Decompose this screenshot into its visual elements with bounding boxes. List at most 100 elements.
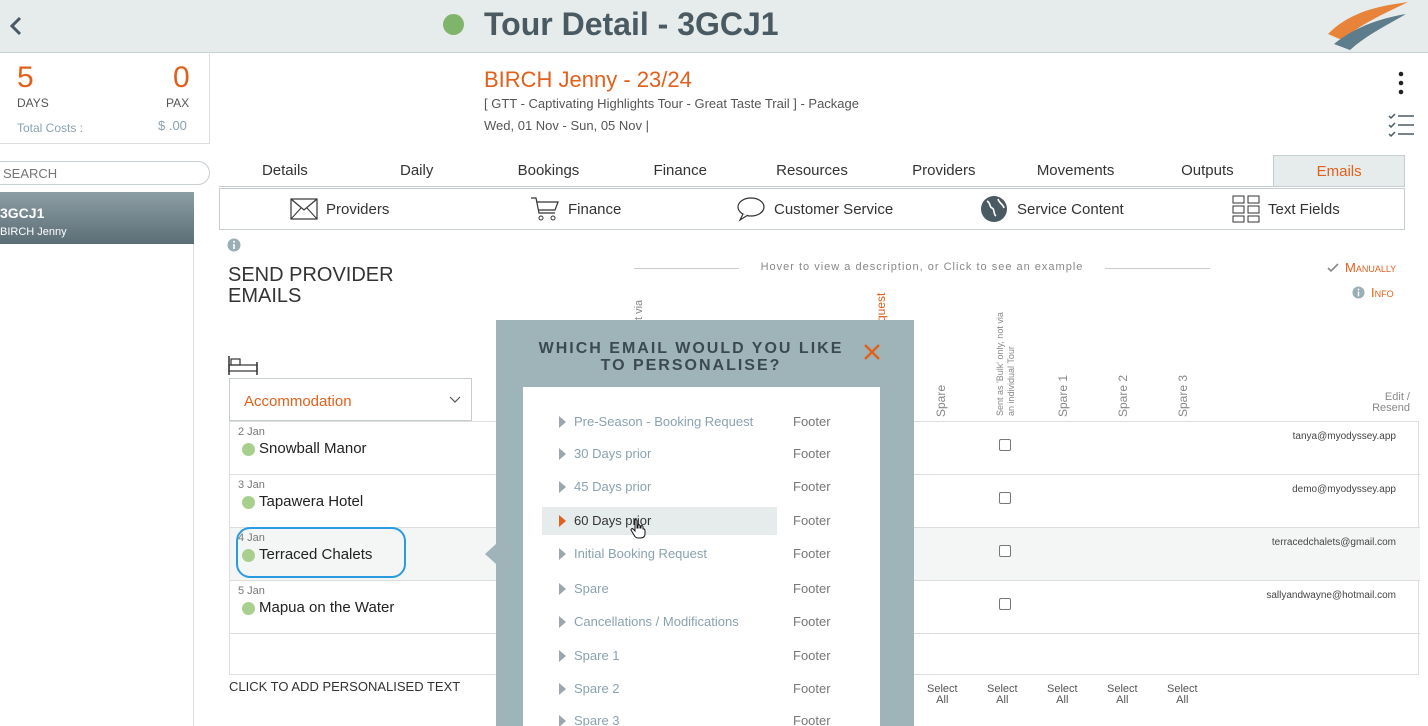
manually-label: Manually — [1345, 260, 1397, 275]
subtab-service-content[interactable]: Service Content — [979, 189, 1124, 229]
bulk-checkbox[interactable] — [999, 492, 1011, 504]
bulk-checkbox[interactable] — [999, 598, 1011, 610]
select-all-button[interactable]: Select All — [1107, 684, 1138, 706]
email-option-footer[interactable]: Footer — [793, 614, 831, 629]
email-option-footer[interactable]: Footer — [793, 479, 831, 494]
select-all-button[interactable]: Select All — [1167, 684, 1198, 706]
email-option-footer[interactable]: Footer — [793, 414, 831, 429]
subtab-providers[interactable]: Providers — [290, 189, 389, 229]
expand-triangle-icon — [559, 481, 566, 493]
tour-list-item[interactable]: 3GCJ1 BIRCH Jenny — [0, 192, 194, 244]
personalise-email-modal: WHICH EMAIL WOULD YOU LIKE TO PERSONALIS… — [496, 320, 914, 726]
tour-dates: Wed, 01 Nov - Sun, 05 Nov | — [484, 118, 649, 133]
section-title-line2: EMAILS — [228, 285, 302, 307]
category-dropdown[interactable]: Accommodation — [229, 378, 472, 421]
subtab-customer-service-label: Customer Service — [774, 200, 894, 218]
email-option-footer[interactable]: Footer — [793, 581, 831, 596]
brand-logo — [1328, 2, 1408, 50]
edit-resend-line2: Resend — [1372, 402, 1410, 414]
email-option-footer[interactable]: Footer — [793, 681, 831, 696]
email-option[interactable]: Spare 3 Footer — [542, 707, 858, 726]
column-header-spare-3: Spare 3 — [1176, 374, 1190, 417]
checkmark-icon — [1327, 262, 1339, 272]
email-option-footer[interactable]: Footer — [793, 648, 831, 663]
info-icon[interactable] — [227, 238, 241, 252]
bed-icon — [228, 356, 258, 375]
chevron-down-icon — [449, 396, 461, 403]
email-option-selected[interactable]: 60 Days prior Footer — [542, 507, 858, 535]
email-option-label: 45 Days prior — [574, 479, 652, 494]
provider-date: 2 Jan — [238, 426, 265, 438]
email-option[interactable]: Initial Booking Request Footer — [542, 540, 858, 568]
globe-icon — [981, 196, 1007, 222]
provider-name: Mapua on the Water — [259, 599, 395, 616]
select-all-line2: All — [1056, 694, 1069, 706]
hover-hint: Hover to view a description, or Click to… — [634, 261, 1210, 275]
email-option[interactable]: Spare Footer — [542, 575, 858, 603]
tab-outputs[interactable]: Outputs — [1141, 155, 1273, 186]
tab-providers[interactable]: Providers — [878, 155, 1010, 186]
tab-resources[interactable]: Resources — [746, 155, 878, 186]
tab-finance[interactable]: Finance — [614, 155, 746, 186]
expand-triangle-icon — [559, 650, 566, 662]
email-option-label: Spare 1 — [574, 648, 620, 663]
email-option[interactable]: Pre-Season - Booking Request Footer — [542, 408, 858, 436]
provider-date: 3 Jan — [238, 479, 265, 491]
provider-email: demo@myodyssey.app — [1292, 484, 1396, 495]
tab-details[interactable]: Details — [219, 155, 351, 186]
subtab-finance[interactable]: Finance — [530, 189, 621, 229]
info-link[interactable]: Info — [1352, 285, 1394, 300]
select-all-button[interactable]: Select All — [1047, 684, 1078, 706]
subtab-customer-service[interactable]: Customer Service — [736, 189, 893, 229]
email-option[interactable]: 30 Days prior Footer — [542, 440, 858, 468]
more-options-icon[interactable] — [1392, 70, 1410, 98]
close-icon[interactable] — [862, 342, 882, 362]
modal-title: WHICH EMAIL WOULD YOU LIKE TO PERSONALIS… — [526, 340, 856, 374]
email-option-footer[interactable]: Footer — [793, 513, 831, 528]
subtab-text-fields-label: Text Fields — [1268, 200, 1340, 218]
tour-name: BIRCH Jenny - 23/24 — [484, 67, 692, 92]
info-label: Info — [1371, 285, 1394, 300]
search-input[interactable] — [0, 161, 210, 185]
speech-bubble-icon — [737, 197, 765, 222]
select-all-button[interactable]: Select All — [987, 684, 1018, 706]
select-all-button[interactable]: Select All — [927, 684, 958, 706]
pax-label: PAX — [166, 96, 190, 110]
column-header-spare-2: Spare 2 — [1116, 374, 1130, 417]
email-option-footer[interactable]: Footer — [793, 713, 831, 726]
email-option[interactable]: Spare 2 Footer — [542, 675, 858, 703]
email-option[interactable]: Spare 1 Footer — [542, 642, 858, 670]
email-option[interactable]: Cancellations / Modifications Footer — [542, 608, 858, 636]
modal-title-line1: WHICH EMAIL WOULD YOU LIKE — [538, 340, 844, 357]
tour-subtitle: [ GTT - Captivating Highlights Tour - Gr… — [484, 96, 859, 111]
manually-toggle[interactable]: Manually — [1327, 260, 1396, 275]
tab-emails[interactable]: Emails — [1273, 155, 1406, 186]
bulk-checkbox[interactable] — [999, 545, 1011, 557]
column-header-bulk-2: an individual Tour — [1006, 346, 1016, 416]
section-title: SEND PROVIDER EMAILS — [228, 265, 394, 307]
tab-daily[interactable]: Daily — [351, 155, 483, 186]
page-title: Tour Detail - 3GCJ1 — [484, 6, 779, 42]
checklist-icon[interactable] — [1387, 112, 1415, 138]
tab-bookings[interactable]: Bookings — [483, 155, 615, 186]
tour-code: 3GCJ1 — [0, 205, 45, 221]
status-dot — [242, 496, 255, 509]
info-circle-icon — [1352, 286, 1365, 299]
bulk-checkbox[interactable] — [999, 439, 1011, 451]
tab-movements[interactable]: Movements — [1010, 155, 1142, 186]
tour-client: BIRCH Jenny — [0, 226, 67, 238]
subtab-service-content-label: Service Content — [1017, 200, 1124, 218]
email-option[interactable]: 45 Days prior Footer — [542, 473, 858, 501]
column-header-partial-request: quest — [874, 292, 888, 322]
email-option-label: Spare 3 — [574, 713, 620, 726]
hover-hint-text: Hover to view a description, or Click to… — [760, 261, 1084, 273]
expand-triangle-icon — [559, 448, 566, 460]
expand-triangle-icon — [559, 583, 566, 595]
email-option-list: Pre-Season - Booking Request Footer 30 Da… — [523, 387, 880, 726]
back-arrow-icon[interactable] — [4, 10, 28, 42]
email-option-footer[interactable]: Footer — [793, 446, 831, 461]
subtab-text-fields[interactable]: Text Fields — [1232, 189, 1340, 229]
email-option-footer[interactable]: Footer — [793, 546, 831, 561]
expand-triangle-icon — [559, 416, 566, 428]
add-personalised-text-button[interactable]: CLICK TO ADD PERSONALISED TEXT — [229, 679, 460, 694]
